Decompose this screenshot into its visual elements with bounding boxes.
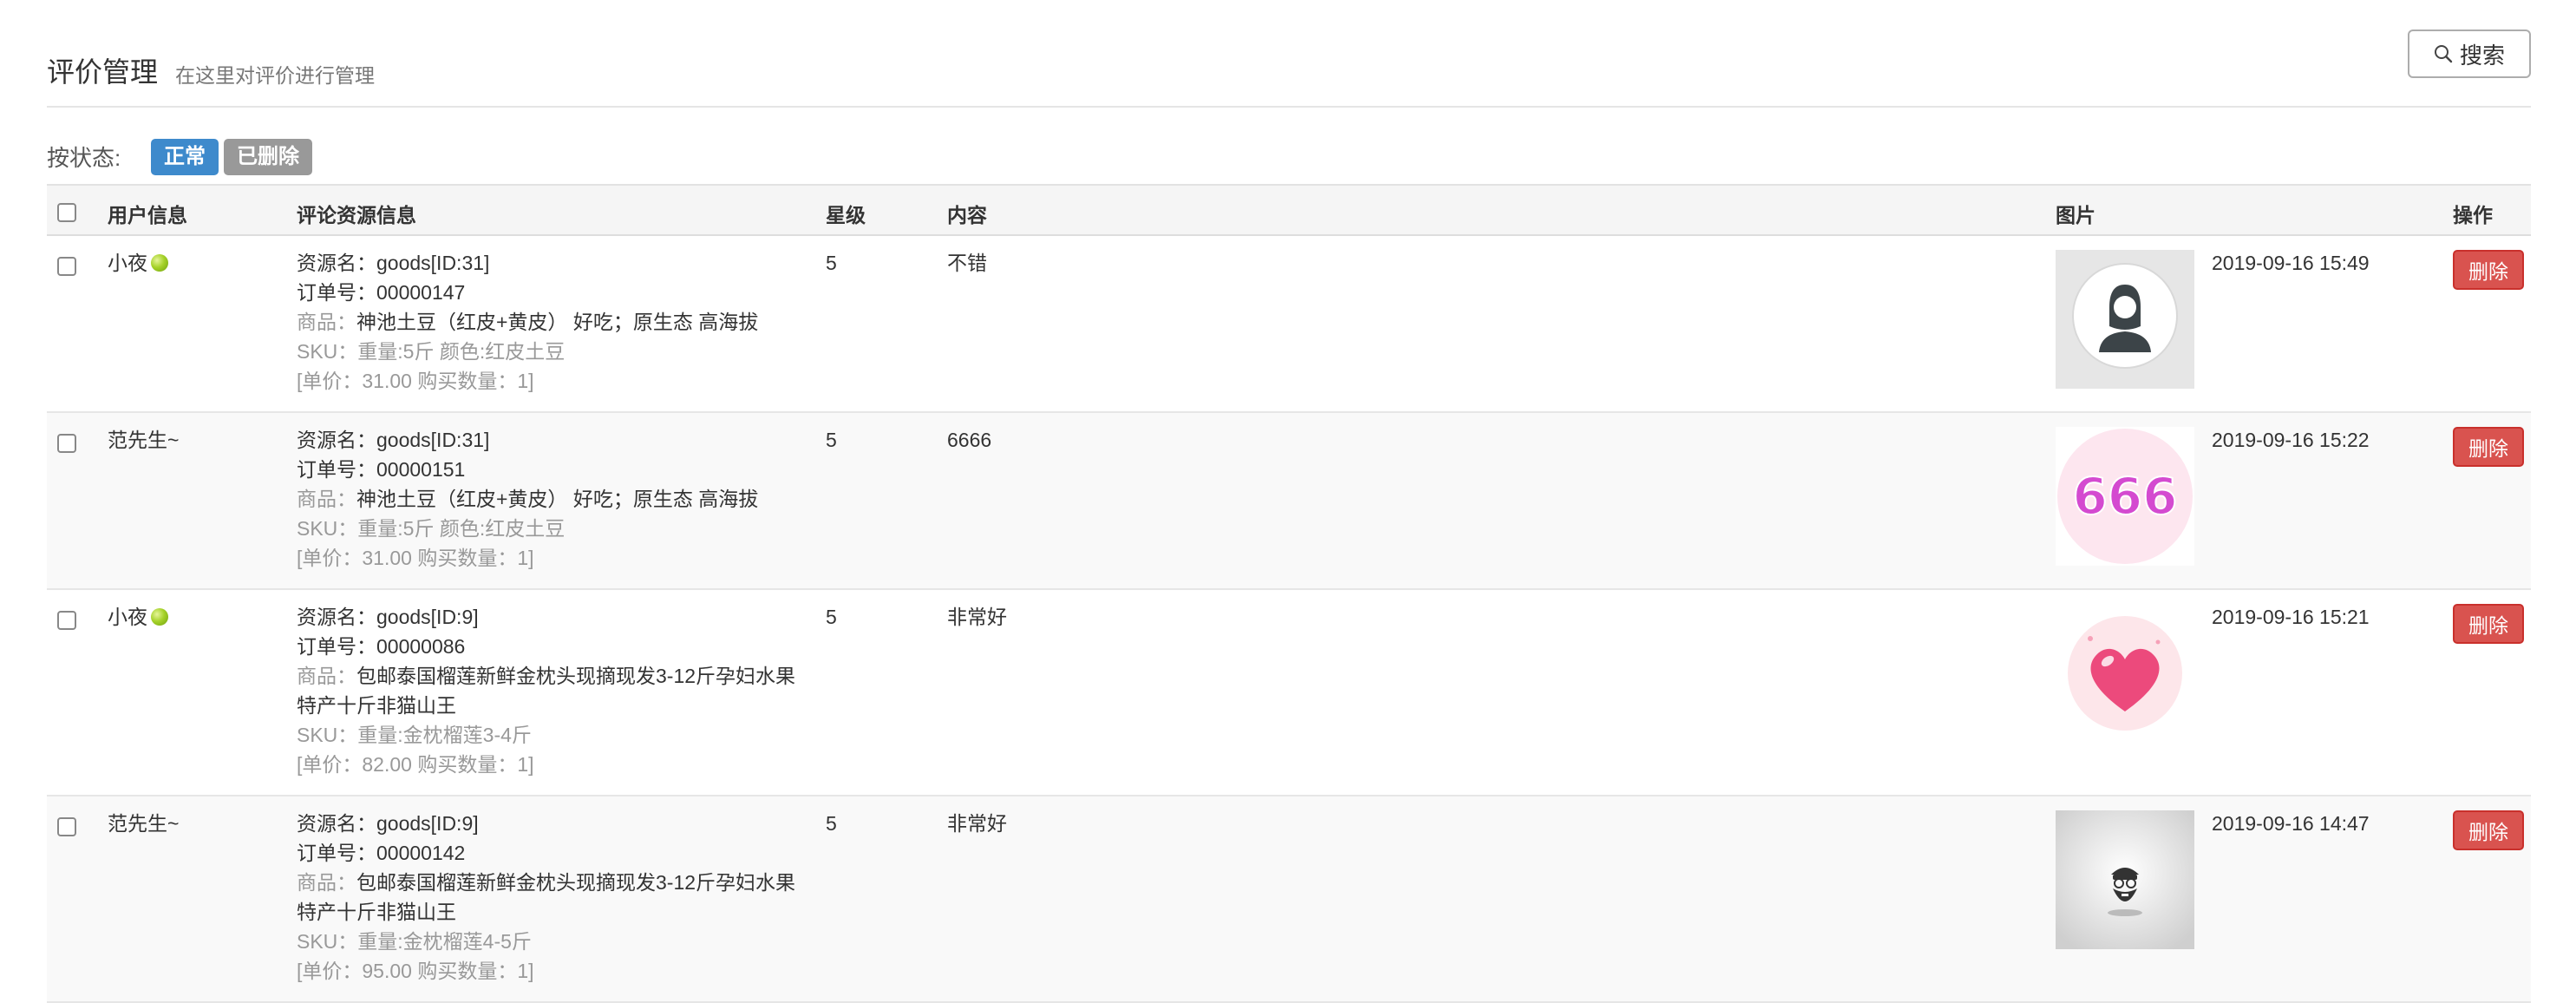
page: 评价管理 在这里对评价进行管理 搜索 按状态: 正常 已删除 用户信息 评论资源… bbox=[0, 0, 2576, 1003]
header-image: 图片 bbox=[2056, 204, 2095, 226]
user-name: 范先生~ bbox=[108, 429, 180, 451]
user-info: 小夜 bbox=[108, 602, 168, 632]
comment-time: 2019-09-16 14:47 bbox=[2212, 812, 2370, 835]
resource-name: 资源名：goods[ID:31] bbox=[297, 252, 490, 274]
star-rating: 5 bbox=[826, 606, 837, 628]
table-header: 用户信息 评论资源信息 星级 内容 图片 操作 bbox=[47, 184, 2531, 236]
goods-price: [单价：95.00 购买数量：1] bbox=[297, 960, 534, 982]
user-name: 小夜 bbox=[108, 252, 147, 274]
order-number: 订单号：00000151 bbox=[297, 458, 466, 481]
header-resource: 评论资源信息 bbox=[297, 204, 416, 226]
resource-info: 资源名：goods[ID:9] 订单号：00000086 商品：包邮泰国榴莲新鲜… bbox=[297, 602, 808, 779]
search-button-label: 搜索 bbox=[2459, 42, 2505, 69]
goods-sku: SKU：重量:5斤 颜色:红皮土豆 bbox=[297, 517, 566, 540]
row-checkbox[interactable] bbox=[57, 817, 76, 836]
delete-button[interactable]: 删除 bbox=[2453, 250, 2524, 290]
resource-info: 资源名：goods[ID:31] 订单号：00000147 商品：神池土豆（红皮… bbox=[297, 248, 808, 396]
comment-content: 6666 bbox=[947, 429, 992, 451]
comment-image[interactable] bbox=[2056, 604, 2194, 743]
666-sticker-icon: 666 bbox=[2056, 427, 2194, 566]
goods-price: [单价：82.00 购买数量：1] bbox=[297, 753, 534, 776]
table-row: 小夜 资源名：goods[ID:9] 订单号：00000086 商品：包邮泰国榴… bbox=[47, 590, 2531, 796]
select-all-checkbox[interactable] bbox=[57, 203, 76, 222]
resource-info: 资源名：goods[ID:31] 订单号：00000151 商品：神池土豆（红皮… bbox=[297, 425, 808, 573]
comment-time: 2019-09-16 15:22 bbox=[2212, 429, 2370, 451]
table-row: 范先生~ 资源名：goods[ID:9] 订单号：00000142 商品：包邮泰… bbox=[47, 796, 2531, 1003]
tennis-ball-icon bbox=[151, 608, 168, 626]
table-row: 小夜 资源名：goods[ID:31] 订单号：00000147 商品：神池土豆… bbox=[47, 236, 2531, 413]
goods-price: [单价：31.00 购买数量：1] bbox=[297, 370, 534, 392]
page-subtitle: 在这里对评价进行管理 bbox=[175, 64, 375, 87]
star-rating: 5 bbox=[826, 429, 837, 451]
avatar-person-icon bbox=[2056, 250, 2194, 389]
star-rating: 5 bbox=[826, 252, 837, 274]
row-checkbox[interactable] bbox=[57, 611, 76, 630]
order-number: 订单号：00000142 bbox=[297, 842, 466, 864]
row-actions: 删除 bbox=[2453, 250, 2524, 290]
resource-name: 资源名：goods[ID:9] bbox=[297, 606, 479, 628]
user-name: 范先生~ bbox=[108, 812, 180, 835]
goods-name: 包邮泰国榴莲新鲜金枕头现摘现发3-12斤孕妇水果特产十斤非猫山王 bbox=[297, 871, 796, 923]
star-rating: 5 bbox=[826, 812, 837, 835]
header-star: 星级 bbox=[826, 204, 866, 226]
goods-name: 神池土豆（红皮+黄皮） 好吃；原生态 高海拔 bbox=[356, 488, 759, 510]
row-actions: 删除 bbox=[2453, 427, 2524, 467]
comment-time: 2019-09-16 15:49 bbox=[2212, 252, 2370, 274]
header-action: 操作 bbox=[2453, 204, 2493, 226]
search-icon bbox=[2434, 44, 2453, 63]
goods-name: 神池土豆（红皮+黄皮） 好吃；原生态 高海拔 bbox=[356, 311, 759, 333]
user-info: 范先生~ bbox=[108, 425, 179, 455]
666-sticker-text: 666 bbox=[2072, 467, 2177, 526]
delete-button[interactable]: 删除 bbox=[2453, 604, 2524, 644]
user-name: 小夜 bbox=[108, 606, 147, 628]
header-content: 内容 bbox=[947, 204, 987, 226]
comment-content: 不错 bbox=[947, 252, 987, 274]
status-filter-deleted[interactable]: 已删除 bbox=[224, 139, 312, 175]
resource-name: 资源名：goods[ID:9] bbox=[297, 812, 479, 835]
resource-name: 资源名：goods[ID:31] bbox=[297, 429, 490, 451]
row-checkbox[interactable] bbox=[57, 434, 76, 453]
order-number: 订单号：00000147 bbox=[297, 281, 466, 304]
resource-info: 资源名：goods[ID:9] 订单号：00000142 商品：包邮泰国榴莲新鲜… bbox=[297, 809, 808, 986]
comment-image[interactable] bbox=[2056, 810, 2194, 949]
goods-sku: SKU：重量:5斤 颜色:红皮土豆 bbox=[297, 340, 566, 363]
delete-button[interactable]: 删除 bbox=[2453, 810, 2524, 850]
row-actions: 删除 bbox=[2453, 810, 2524, 850]
comment-time: 2019-09-16 15:21 bbox=[2212, 606, 2370, 628]
header-user: 用户信息 bbox=[108, 204, 187, 226]
status-filter-normal[interactable]: 正常 bbox=[151, 139, 219, 175]
heart-icon bbox=[2056, 604, 2194, 743]
goods-sku: SKU：重量:金枕榴莲4-5斤 bbox=[297, 930, 532, 953]
page-header: 评价管理 在这里对评价进行管理 搜索 bbox=[47, 0, 2531, 108]
order-number: 订单号：00000086 bbox=[297, 635, 466, 658]
status-filter-label: 按状态: bbox=[47, 145, 121, 171]
tennis-ball-icon bbox=[151, 254, 168, 272]
goods-name: 包邮泰国榴莲新鲜金枕头现摘现发3-12斤孕妇水果特产十斤非猫山王 bbox=[297, 665, 796, 717]
bearded-avatar-icon bbox=[2056, 810, 2194, 949]
goods-price: [单价：31.00 购买数量：1] bbox=[297, 547, 534, 569]
comments-table: 用户信息 评论资源信息 星级 内容 图片 操作 小夜 资源名：goods[ID:… bbox=[47, 184, 2531, 1003]
table-row: 范先生~ 资源名：goods[ID:31] 订单号：00000151 商品：神池… bbox=[47, 413, 2531, 590]
user-info: 小夜 bbox=[108, 248, 168, 278]
row-actions: 删除 bbox=[2453, 604, 2524, 644]
goods-prefix: 商品： bbox=[297, 311, 356, 333]
goods-prefix: 商品： bbox=[297, 871, 356, 894]
user-info: 范先生~ bbox=[108, 809, 179, 838]
search-button[interactable]: 搜索 bbox=[2408, 30, 2531, 78]
goods-prefix: 商品： bbox=[297, 488, 356, 510]
comment-content: 非常好 bbox=[947, 606, 1007, 628]
page-title: 评价管理 bbox=[47, 56, 159, 88]
goods-prefix: 商品： bbox=[297, 665, 356, 687]
comment-image[interactable]: 666 bbox=[2056, 427, 2194, 566]
comment-content: 非常好 bbox=[947, 812, 1007, 835]
row-checkbox[interactable] bbox=[57, 257, 76, 276]
goods-sku: SKU：重量:金枕榴莲3-4斤 bbox=[297, 724, 532, 746]
comment-image[interactable] bbox=[2056, 250, 2194, 389]
status-filter: 按状态: 正常 已删除 bbox=[47, 108, 2531, 184]
delete-button[interactable]: 删除 bbox=[2453, 427, 2524, 467]
